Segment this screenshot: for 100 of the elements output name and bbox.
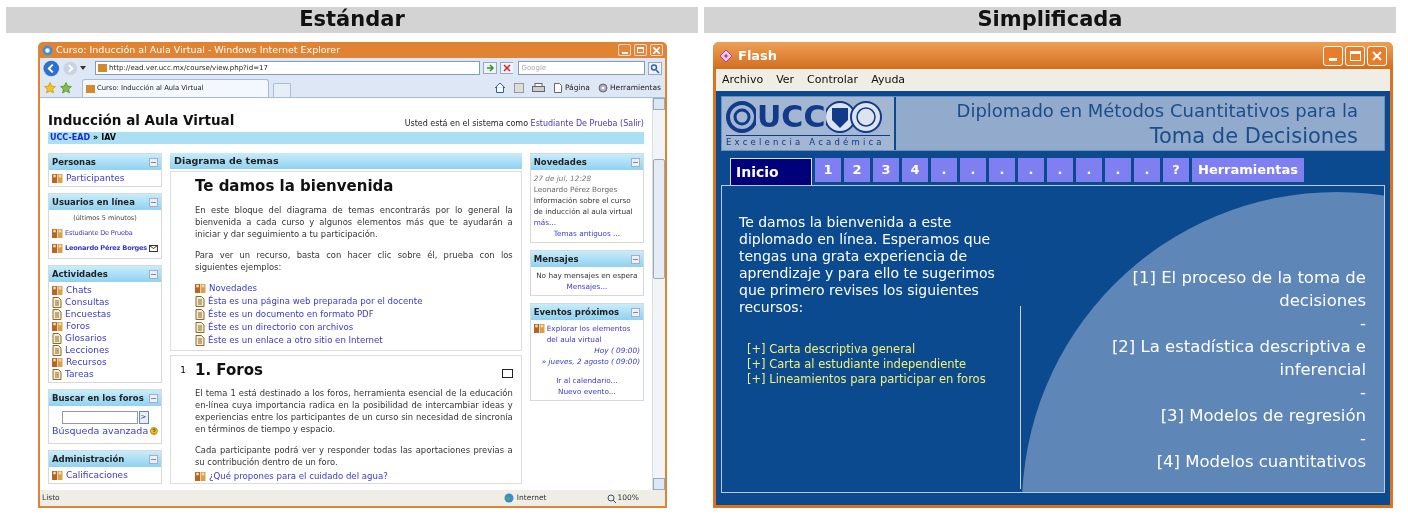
close-icon bbox=[1372, 50, 1382, 61]
section-heading: 1. Foros bbox=[195, 359, 263, 381]
home-icon[interactable] bbox=[493, 82, 506, 93]
user-link[interactable]: Estudiante De Prueba bbox=[530, 119, 618, 129]
document-icon bbox=[52, 332, 62, 344]
mail-icon bbox=[149, 245, 158, 252]
search-button[interactable] bbox=[648, 61, 662, 75]
breadcrumb-current: IAV bbox=[101, 132, 117, 145]
collapse-icon bbox=[149, 454, 158, 464]
document-icon bbox=[195, 334, 205, 346]
window-title: Curso: Inducción al Aula Virtual - Windows Internet Explorer bbox=[56, 42, 341, 57]
resource-link[interactable]: Éste es un enlace a otro sitio en Internet bbox=[208, 333, 383, 347]
collapse-icon bbox=[149, 393, 158, 403]
separator-text: - bbox=[1360, 428, 1366, 450]
crest-icon bbox=[826, 100, 883, 134]
activity-link[interactable]: Encuestas bbox=[65, 308, 111, 320]
resource-link[interactable]: Éste es un documento en formato PDF bbox=[208, 307, 374, 321]
document-icon bbox=[195, 295, 205, 307]
people-icon bbox=[533, 323, 545, 335]
flash-icon bbox=[719, 48, 733, 63]
site-icon bbox=[86, 84, 95, 93]
activity-link[interactable]: Foros bbox=[66, 320, 91, 332]
collapse-icon bbox=[149, 157, 158, 167]
document-icon bbox=[195, 308, 205, 320]
panel-heading: Simplificada bbox=[704, 7, 1396, 33]
people-icon bbox=[52, 320, 63, 332]
people-icon bbox=[195, 282, 206, 294]
logo-text: UCC bbox=[757, 102, 826, 132]
collapse-icon bbox=[149, 269, 158, 279]
topic-link[interactable]: [1] El proceso de la toma de decisiones bbox=[1021, 266, 1366, 312]
block-header: Eventos próximos bbox=[530, 304, 643, 321]
globe-icon bbox=[503, 493, 514, 503]
people-icon bbox=[52, 356, 63, 368]
forum-link[interactable]: ¿Qué propones para el cuidado del agua? bbox=[209, 470, 388, 484]
people-icon bbox=[52, 469, 63, 481]
block-header: Administración bbox=[49, 451, 161, 468]
collapse-icon bbox=[631, 254, 640, 264]
close-button[interactable] bbox=[1367, 45, 1387, 66]
activity-link[interactable]: Tareas bbox=[65, 368, 94, 380]
people-icon bbox=[195, 471, 206, 483]
activity-link[interactable]: Participantes bbox=[66, 172, 125, 185]
menu-item[interactable]: Ayuda bbox=[871, 71, 906, 89]
document-icon bbox=[52, 308, 62, 320]
resource-link[interactable]: [+] Lineamientos para participar en foros bbox=[747, 372, 1020, 387]
resource-link[interactable]: Éste es un directorio con archivos bbox=[208, 320, 354, 334]
breadcrumb-separator: » bbox=[93, 132, 99, 145]
browser-icon bbox=[42, 44, 53, 56]
topic-link[interactable]: [3] Modelos de regresión bbox=[1100, 404, 1366, 427]
page-icon bbox=[552, 82, 563, 93]
people-icon bbox=[52, 243, 63, 254]
document-icon bbox=[52, 344, 62, 356]
activity-link[interactable]: Lecciones bbox=[65, 344, 110, 356]
resource-link[interactable]: Ésta es una página web preparada por el docente bbox=[208, 294, 423, 308]
activity-link[interactable]: Recursos bbox=[66, 356, 107, 368]
people-icon bbox=[52, 228, 63, 239]
block-header: Mensajes bbox=[530, 251, 643, 268]
activity-link[interactable]: Consultas bbox=[65, 296, 110, 308]
activity-link[interactable]: Chats bbox=[66, 284, 92, 296]
separator-text: - bbox=[1360, 382, 1366, 404]
topic-link[interactable]: [2] La estadística descriptiva e inferencial bbox=[1021, 335, 1366, 381]
menu-item[interactable]: Ver bbox=[776, 71, 795, 89]
resource-link[interactable]: Novedades bbox=[209, 281, 257, 295]
breadcrumb-link[interactable]: UCC-EAD bbox=[50, 132, 91, 145]
people-icon bbox=[52, 172, 63, 184]
minimize-button[interactable] bbox=[1323, 45, 1343, 66]
star-icon[interactable] bbox=[44, 81, 56, 94]
scrollbar[interactable] bbox=[652, 98, 665, 490]
close-button[interactable] bbox=[650, 44, 663, 56]
add-favorite-icon[interactable] bbox=[60, 81, 72, 94]
document-icon bbox=[52, 368, 62, 380]
topic-link[interactable]: [4] Modelos cuantitativos bbox=[1096, 450, 1366, 473]
minimize-button[interactable] bbox=[618, 44, 631, 56]
collapse-icon bbox=[149, 197, 158, 207]
refresh-button[interactable] bbox=[483, 62, 497, 74]
resource-link[interactable]: [+] Carta descriptiva general bbox=[747, 342, 1020, 357]
new-tab-button[interactable] bbox=[273, 83, 291, 97]
panel-heading: Estándar bbox=[6, 7, 698, 33]
nav-tab[interactable]: Inicio bbox=[730, 158, 812, 185]
collapse-icon bbox=[631, 157, 640, 167]
stop-button[interactable] bbox=[499, 62, 514, 74]
advanced-search-link[interactable]: Búsqueda avanzada bbox=[52, 424, 149, 439]
site-icon bbox=[98, 64, 108, 72]
paragraph: En este bloque del diagrama de temas encontrarás por lo general la bienvenida a cada curso y algunos elementos más que te ayudarán a iniciar y dar seguimiento a tu participación. bbox=[195, 203, 513, 240]
zoom-icon[interactable] bbox=[606, 493, 616, 503]
maximize-button[interactable] bbox=[1345, 45, 1365, 66]
gear-icon bbox=[597, 82, 608, 93]
back-button[interactable] bbox=[43, 59, 60, 77]
block-header: Personas bbox=[49, 154, 161, 171]
block-header: Usuarios en línea bbox=[49, 194, 161, 211]
separator-text: - bbox=[1360, 313, 1366, 335]
menu-item[interactable]: Archivo bbox=[722, 71, 764, 89]
activity-link[interactable]: Calificaciones bbox=[66, 469, 128, 482]
printer-icon[interactable] bbox=[531, 82, 545, 93]
activity-link[interactable]: Glosarios bbox=[65, 332, 107, 344]
logo-mark bbox=[726, 100, 756, 134]
search-field[interactable] bbox=[61, 411, 138, 424]
menu-item[interactable]: Controlar bbox=[807, 71, 859, 89]
maximize-button[interactable] bbox=[634, 44, 647, 56]
resource-link[interactable]: [+] Carta al estudiante independiente bbox=[747, 357, 1020, 372]
logout-link[interactable]: (Salir) bbox=[620, 119, 644, 129]
